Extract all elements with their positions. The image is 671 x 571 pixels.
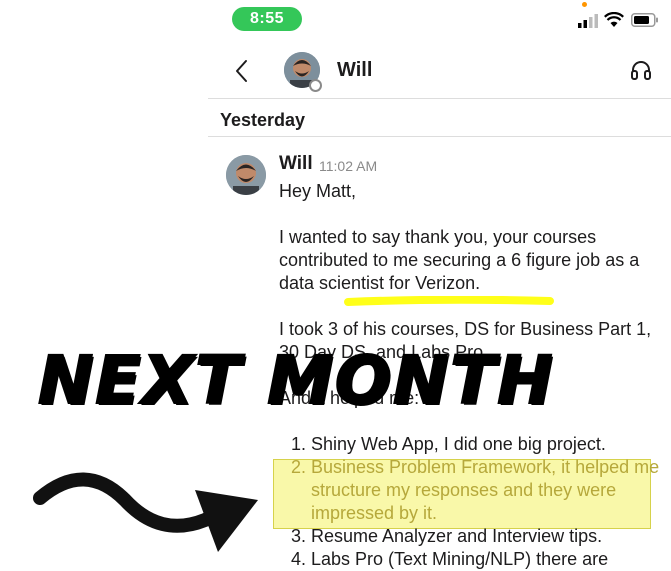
list-item: Shiny Web App, I did one big project. xyxy=(311,433,664,456)
presence-indicator xyxy=(309,79,322,92)
conversation-title: Will xyxy=(337,59,373,81)
overlay-title: NEXT MONTH xyxy=(37,341,555,420)
message-timestamp: 11:02 AM xyxy=(319,158,378,174)
message-avatar[interactable] xyxy=(226,155,266,195)
status-time: 8:55 xyxy=(232,7,302,31)
list-item: Resume Analyzer and Interview tips. xyxy=(311,525,664,548)
message-paragraph: I wanted to say thank you, your courses … xyxy=(279,227,640,293)
headphones-icon[interactable] xyxy=(630,59,652,81)
message-list: Shiny Web App, I did one big project. Bu… xyxy=(279,433,664,571)
message-author[interactable]: Will xyxy=(279,153,313,175)
header-divider xyxy=(208,98,671,99)
curved-arrow-graphic xyxy=(33,472,258,552)
day-divider-line xyxy=(208,136,671,137)
list-item: Labs Pro (Text Mining/NLP) there are xyxy=(311,548,664,571)
cellular-signal-icon xyxy=(578,14,598,28)
message-paragraph: Hey Matt, xyxy=(279,181,357,201)
back-chevron-icon[interactable] xyxy=(232,58,252,84)
privacy-indicator-dot xyxy=(582,2,587,7)
list-item-highlighted: Business Problem Framework, it helped me… xyxy=(311,456,664,525)
wifi-icon xyxy=(604,12,624,27)
battery-icon xyxy=(631,13,658,27)
day-divider-label: Yesterday xyxy=(220,110,306,130)
